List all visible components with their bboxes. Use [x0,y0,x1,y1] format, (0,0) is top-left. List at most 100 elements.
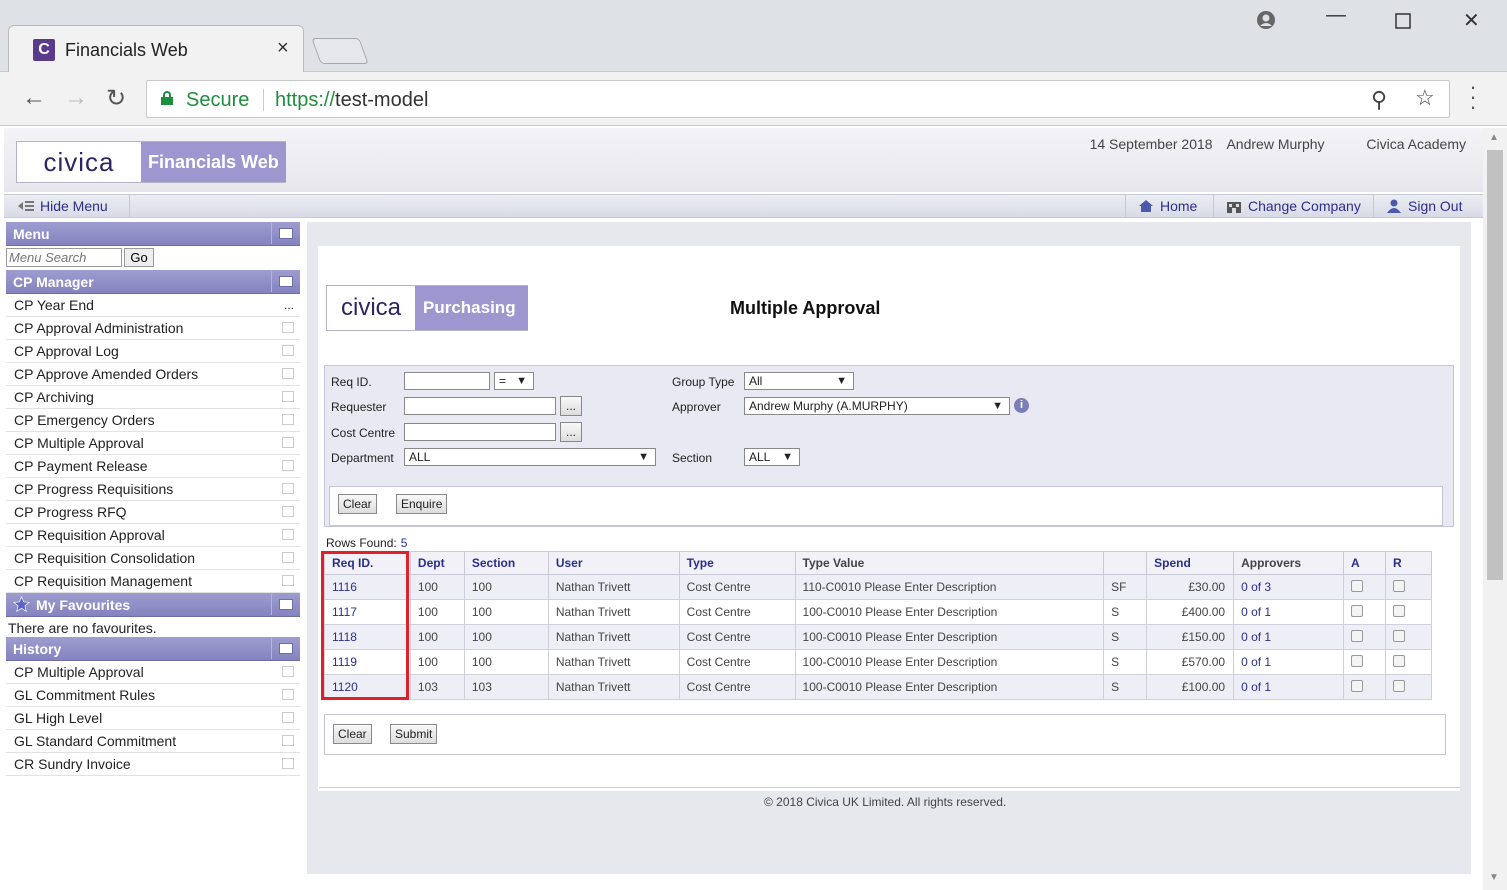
tab-close-icon[interactable]: × [277,37,289,60]
sidebar-item-cp-multiple-approval[interactable]: CP Multiple Approval [6,432,300,455]
reject-checkbox[interactable] [1392,629,1405,642]
history-item-cp-multiple-approval[interactable]: CP Multiple Approval [6,661,300,684]
col-dept[interactable]: Dept [409,551,465,575]
zoom-icon[interactable]: ⚲ [1371,87,1387,113]
sidebar-item-cp-emergency-orders[interactable]: CP Emergency Orders [6,409,300,432]
page-scrollbar[interactable]: ▲ ▼ [1483,128,1507,890]
open-external-icon[interactable] [282,689,294,700]
sidebar-item-cp-payment-release[interactable]: CP Payment Release [6,455,300,478]
sidebar-item-cp-progress-requisitions[interactable]: CP Progress Requisitions [6,478,300,501]
col-approve[interactable]: A [1343,551,1386,575]
open-external-icon[interactable] [282,506,294,517]
submit-button[interactable]: Submit [390,724,438,744]
window-close-icon[interactable]: ✕ [1463,8,1480,33]
sort-section-link[interactable]: Section [472,556,515,570]
col-section[interactable]: Section [463,551,549,575]
approve-all-link[interactable]: A [1351,556,1360,570]
sidebar-item-cp-approval-administration[interactable]: CP Approval Administration [6,317,300,340]
approvers-link[interactable]: 0 of 3 [1233,574,1344,600]
reject-checkbox[interactable] [1392,579,1405,592]
approvers-link[interactable]: 0 of 1 [1233,624,1344,650]
open-external-icon[interactable] [282,529,294,540]
approvers-link[interactable]: 0 of 1 [1233,649,1344,675]
menu-search-go-button[interactable]: Go [124,248,154,267]
sidebar-item-cp-approval-log[interactable]: CP Approval Log [6,340,300,363]
url-text[interactable]: https://test-model [275,89,428,112]
reload-icon[interactable]: ↻ [106,84,126,113]
open-external-icon[interactable] [282,391,294,402]
open-external-icon[interactable] [282,712,294,723]
browser-tab[interactable]: C Financials Web × [8,25,304,73]
open-external-icon[interactable] [282,322,294,333]
col-spend[interactable]: Spend [1146,551,1235,575]
open-external-icon[interactable] [282,483,294,494]
reject-checkbox[interactable] [1392,604,1405,617]
cost-centre-lookup-button[interactable]: ... [560,422,582,442]
approve-checkbox[interactable] [1351,629,1363,642]
open-external-icon[interactable] [282,345,294,356]
history-collapse-icon[interactable] [271,638,299,659]
requester-lookup-button[interactable]: ... [560,396,582,416]
history-item-gl-commitment-rules[interactable]: GL Commitment Rules [6,684,300,707]
results-clear-button[interactable]: Clear [333,724,372,744]
open-external-icon[interactable] [282,666,294,677]
sidebar-item-cp-progress-rfq[interactable]: CP Progress RFQ [6,501,300,524]
open-external-icon[interactable] [282,758,294,769]
cost-centre-input[interactable] [404,423,556,441]
req-id-operator-select[interactable]: = ▼ [494,372,534,390]
minimize-icon[interactable]: — [1326,4,1346,27]
maximize-icon[interactable] [1395,12,1411,35]
scroll-down-icon[interactable]: ▼ [1489,872,1499,883]
profile-icon[interactable] [1256,10,1276,36]
sort-spend-link[interactable]: Spend [1154,556,1191,570]
sort-user-link[interactable]: User [556,556,583,570]
sidebar-item-cp-approve-amended-orders[interactable]: CP Approve Amended Orders [6,363,300,386]
approvers-link[interactable]: 0 of 1 [1233,599,1344,625]
open-external-icon[interactable] [282,575,294,586]
enquire-button[interactable]: Enquire [396,494,448,514]
history-item-gl-standard-commitment[interactable]: GL Standard Commitment [6,730,300,753]
new-tab-button[interactable] [311,38,369,64]
open-external-icon[interactable] [282,552,294,563]
home-link[interactable]: Home [1125,195,1213,217]
approver-select[interactable]: Andrew Murphy (A.MURPHY) ▼ [744,397,1010,415]
sign-out-link[interactable]: Sign Out [1373,195,1483,217]
cp-manager-collapse-icon[interactable] [271,271,299,292]
sort-dept-link[interactable]: Dept [418,556,445,570]
group-type-select[interactable]: All ▼ [744,372,854,390]
open-external-icon[interactable] [282,414,294,425]
scroll-up-icon[interactable]: ▲ [1489,132,1499,143]
sidebar-item-cp-archiving[interactable]: CP Archiving [6,386,300,409]
forward-arrow-icon[interactable]: → [64,84,88,112]
col-reject[interactable]: R [1384,551,1433,575]
sidebar-item-cp-requisition-approval[interactable]: CP Requisition Approval [6,524,300,547]
history-item-gl-high-level[interactable]: GL High Level [6,707,300,730]
sidebar-item-cp-requisition-consolidation[interactable]: CP Requisition Consolidation [6,547,300,570]
open-external-icon[interactable] [282,460,294,471]
sidebar-item-cp-requisition-management[interactable]: CP Requisition Management [6,570,300,593]
filter-clear-button[interactable]: Clear [338,494,377,514]
reject-checkbox[interactable] [1392,679,1405,692]
section-select[interactable]: ALL ▼ [744,448,800,466]
back-arrow-icon[interactable]: ← [22,84,46,112]
approve-checkbox[interactable] [1351,654,1363,667]
approve-checkbox[interactable] [1351,579,1363,592]
open-external-icon[interactable] [282,368,294,379]
col-type[interactable]: Type [678,551,796,575]
open-external-icon[interactable] [282,735,294,746]
sort-type-link[interactable]: Type [687,556,714,570]
col-user[interactable]: User [547,551,680,575]
info-icon[interactable]: i [1014,398,1029,413]
menu-search-input[interactable] [6,248,122,267]
reject-checkbox[interactable] [1392,654,1405,667]
address-bar[interactable]: Secure https://test-model ⚲ ☆ [146,80,1450,118]
menu-collapse-icon[interactable] [271,223,299,244]
req-id-input[interactable] [404,372,490,390]
change-company-link[interactable]: Change Company [1213,195,1373,217]
hide-menu-button[interactable]: Hide Menu [8,195,130,217]
department-select[interactable]: ALL ▼ [404,448,656,466]
open-external-icon[interactable] [282,437,294,448]
favourites-collapse-icon[interactable] [271,594,299,615]
bookmark-star-icon[interactable]: ☆ [1415,85,1435,111]
approve-checkbox[interactable] [1351,604,1363,617]
